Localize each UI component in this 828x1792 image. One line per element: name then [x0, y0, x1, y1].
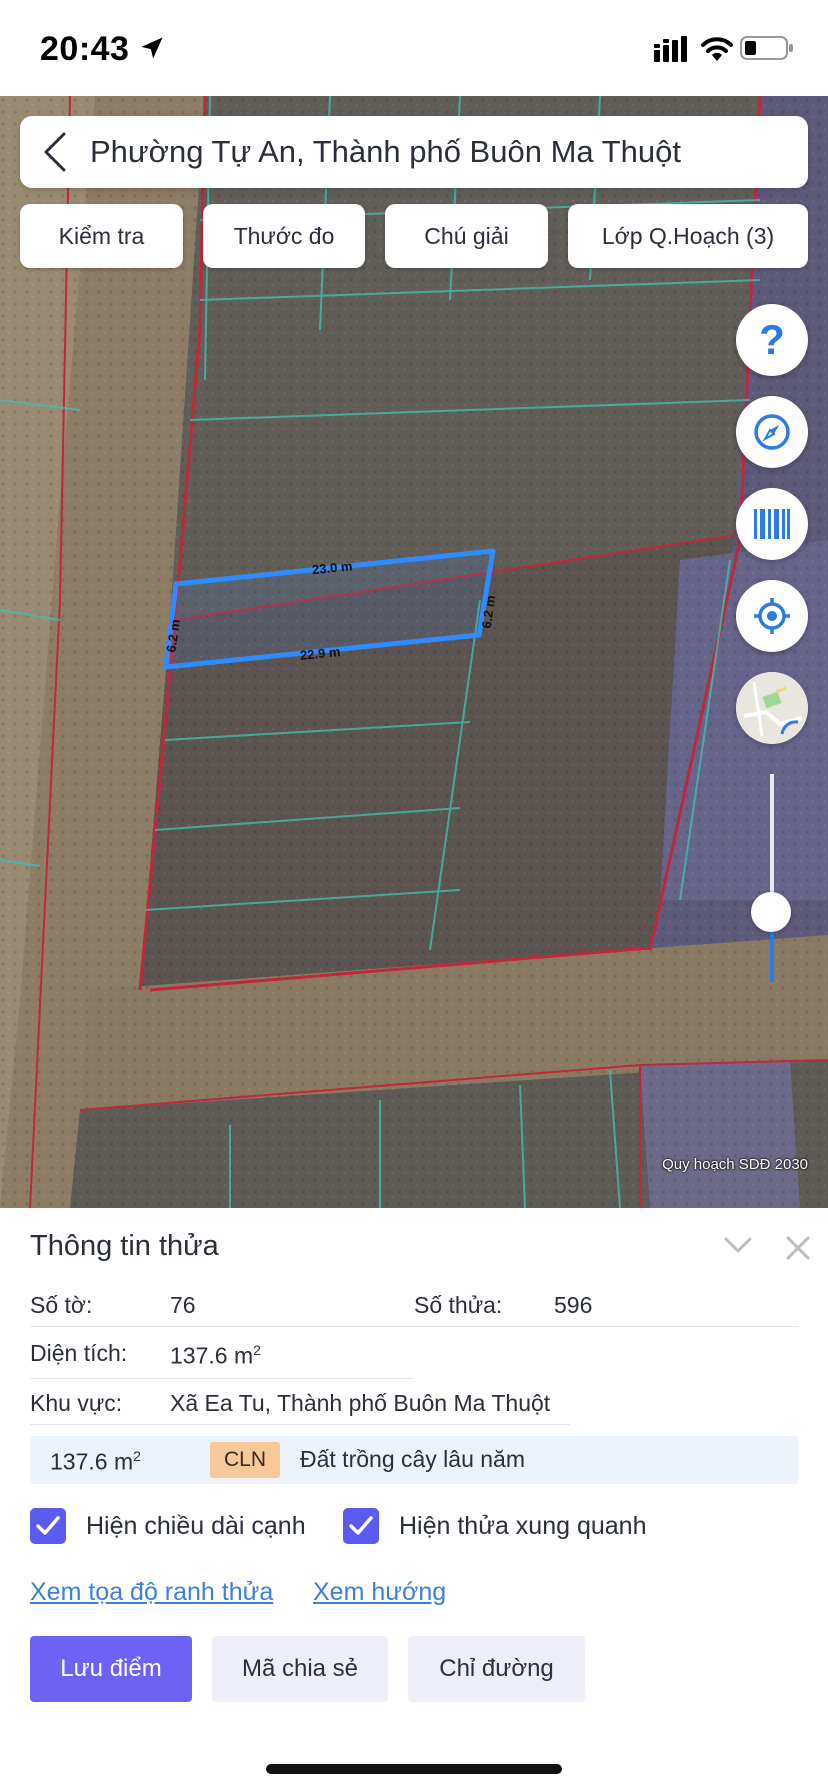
land-use-code-badge: CLN	[210, 1442, 280, 1478]
region-value: Xã Ea Tu, Thành phố Buôn Ma Thuột	[170, 1390, 551, 1416]
location-title: Phường Tự An, Thành phố Buôn Ma Thuột	[90, 134, 681, 169]
cellular-signal-icon	[654, 36, 687, 62]
back-button[interactable]	[20, 116, 90, 188]
status-bar: 20:43	[0, 0, 828, 96]
save-point-button[interactable]: Lưu điểm	[30, 1636, 192, 1702]
show-edge-lengths-checkbox[interactable]	[30, 1508, 66, 1544]
question-mark-icon: ?	[759, 316, 785, 363]
legend-button[interactable]: Chú giải	[385, 204, 548, 268]
divider	[30, 1378, 414, 1379]
land-use-row: 137.6 m2 CLN Đất trồng cây lâu năm	[30, 1436, 798, 1484]
battery-icon	[740, 36, 793, 60]
close-icon[interactable]	[786, 1236, 810, 1260]
area-label: Diện tích:	[30, 1340, 128, 1366]
location-header: Phường Tự An, Thành phố Buôn Ma Thuột	[20, 116, 808, 188]
barcode-button[interactable]	[736, 488, 808, 560]
region-label: Khu vực:	[30, 1390, 123, 1416]
planning-layers-button[interactable]: Lớp Q.Hoạch (3)	[568, 204, 808, 268]
panel-title: Thông tin thửa	[30, 1230, 219, 1262]
show-edge-lengths-label[interactable]: Hiện chiều dài cạnh	[86, 1512, 306, 1541]
base-map-toggle-button[interactable]	[736, 672, 808, 744]
barcode-icon	[754, 509, 790, 539]
parcel-info-panel: Thông tin thửa Số tờ: 76 Số thửa: 596 Di…	[0, 1208, 828, 1792]
status-time: 20:43	[40, 30, 130, 68]
checkmark-icon	[36, 1516, 60, 1535]
sheet-number-value: 76	[170, 1292, 196, 1318]
parcel-number-value: 596	[554, 1292, 593, 1318]
directions-button[interactable]: Chỉ đường	[408, 1636, 585, 1702]
land-use-description: Đất trồng cây lâu năm	[300, 1446, 526, 1472]
compass-button[interactable]	[736, 396, 808, 468]
view-direction-link[interactable]: Xem hướng	[313, 1578, 446, 1607]
wifi-icon	[701, 37, 733, 61]
land-use-area: 137.6 m2	[50, 1448, 141, 1475]
show-neighbors-checkbox[interactable]	[343, 1508, 379, 1544]
ruler-button[interactable]: Thước đo	[203, 204, 365, 268]
parcel-number-label: Số thửa:	[414, 1292, 503, 1318]
home-indicator[interactable]	[266, 1764, 562, 1774]
divider	[30, 1424, 570, 1425]
divider	[30, 1326, 798, 1327]
compass-icon	[754, 414, 790, 450]
zoom-slider-handle[interactable]	[751, 892, 791, 932]
my-location-button[interactable]	[736, 580, 808, 652]
location-arrow-icon	[141, 37, 163, 59]
sheet-number-label: Số tờ:	[30, 1292, 93, 1318]
crosshair-icon	[754, 598, 790, 634]
chevron-down-icon[interactable]	[724, 1236, 752, 1254]
share-code-button[interactable]: Mã chia sẻ	[212, 1636, 388, 1702]
planning-layer-caption: Quy hoạch SDĐ 2030	[662, 1156, 808, 1173]
area-value: 137.6 m2	[170, 1342, 261, 1369]
map-thumbnail-icon	[736, 672, 808, 744]
checkmark-icon	[349, 1516, 373, 1535]
help-button[interactable]: ?	[736, 304, 808, 376]
show-neighbors-label[interactable]: Hiện thửa xung quanh	[399, 1512, 646, 1541]
view-boundary-coordinates-link[interactable]: Xem tọa độ ranh thửa	[30, 1578, 273, 1607]
check-button[interactable]: Kiểm tra	[20, 204, 183, 268]
chevron-left-icon	[44, 132, 66, 172]
